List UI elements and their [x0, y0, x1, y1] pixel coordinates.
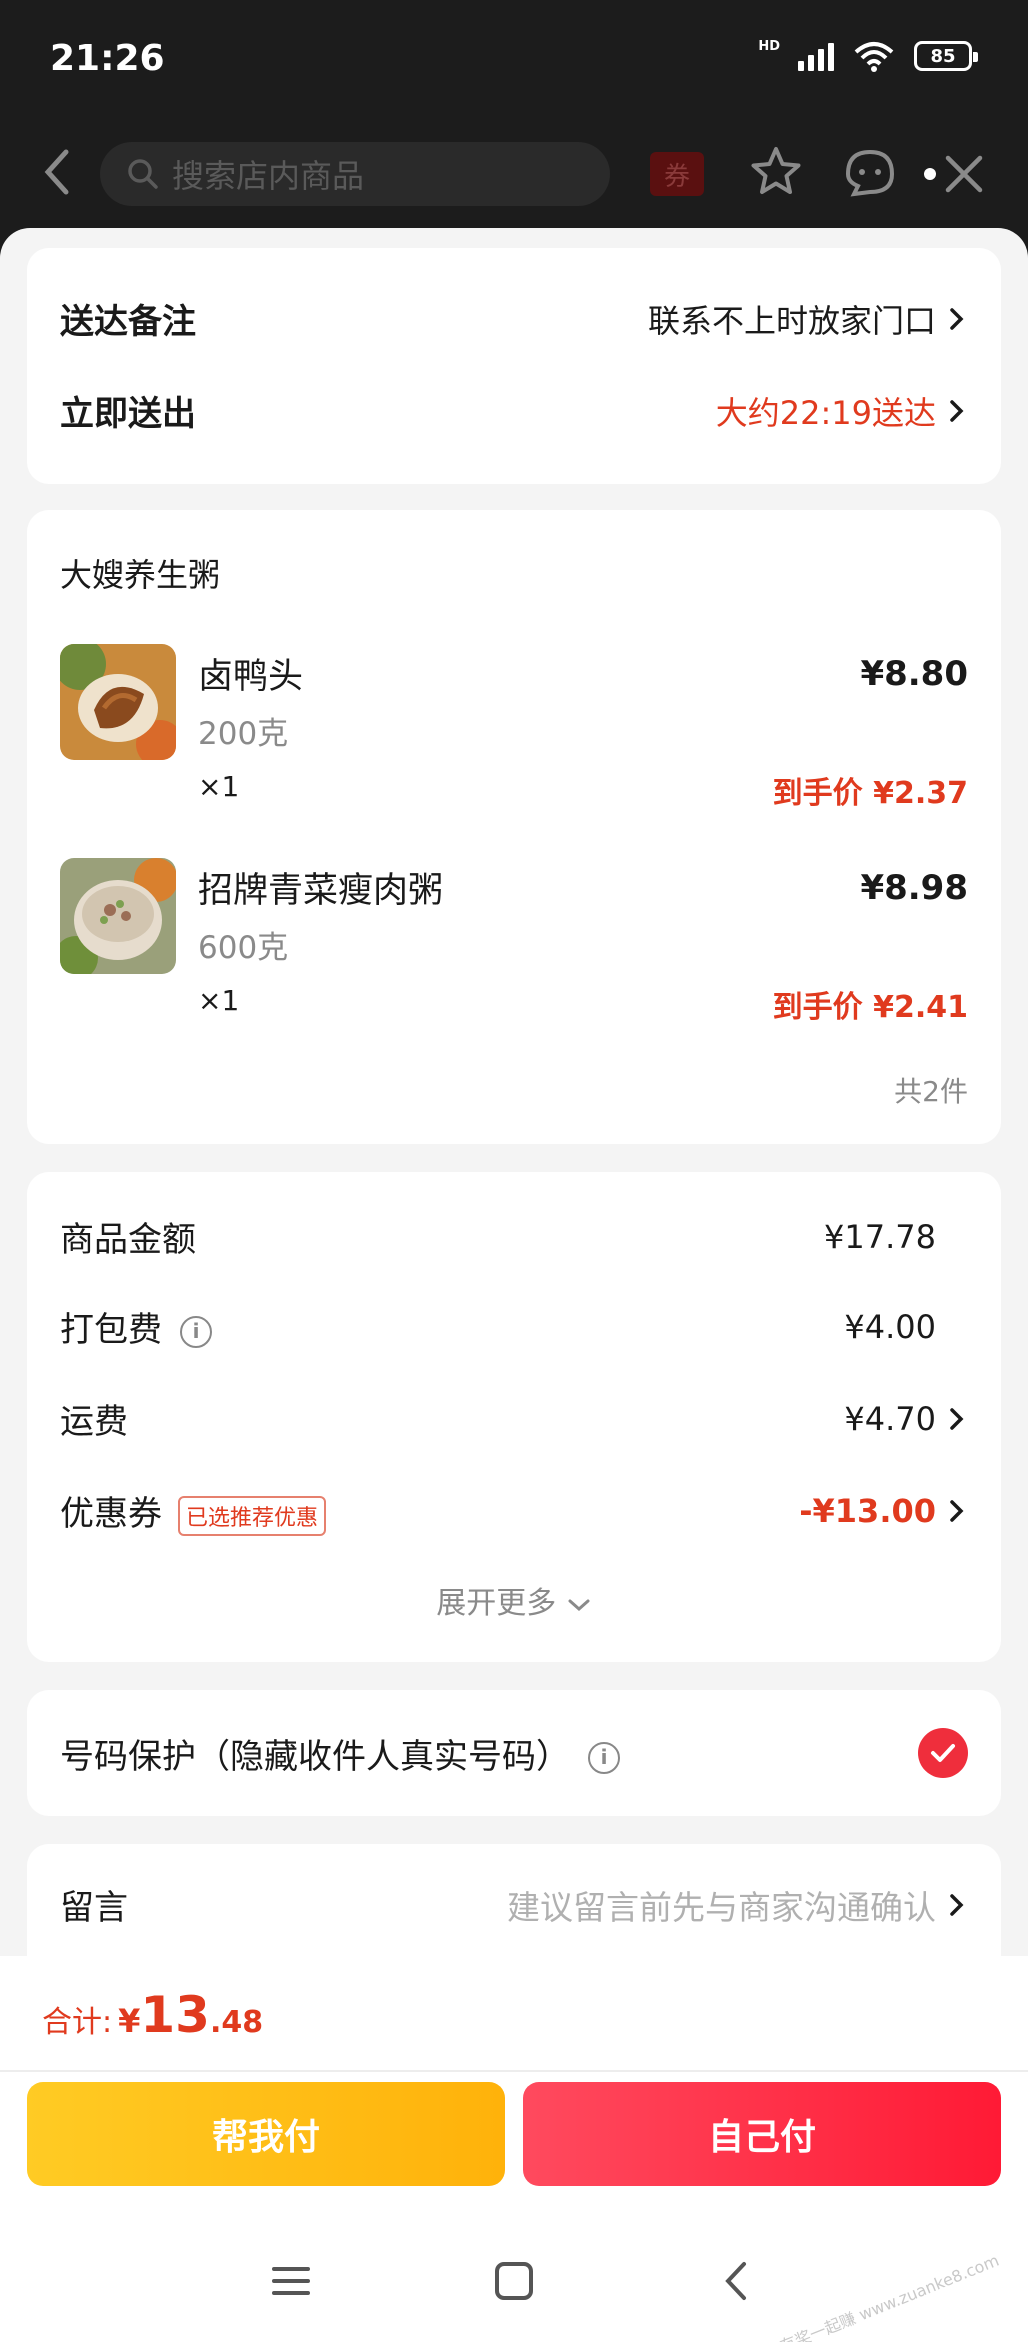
list-item[interactable]: 卤鸭头 200克 ×1 ¥8.80 到手价 ¥2.37 [60, 644, 968, 811]
total-label: 合计: [42, 2005, 113, 2040]
home-icon[interactable] [489, 2256, 539, 2306]
status-icons: HD 85 [758, 38, 978, 72]
packing-fee-row: 打包费 i ¥4.00 [60, 1302, 968, 1351]
divider [0, 2070, 1028, 2072]
chevron-down-icon [568, 1599, 590, 1611]
number-protection-checkbox[interactable] [918, 1728, 968, 1778]
shipping-fee-row[interactable]: 运费 ¥4.70 [60, 1394, 968, 1443]
packing-fee-label: 打包费 [60, 1310, 162, 1350]
search-input[interactable]: 搜索店内商品 [100, 142, 610, 206]
message-placeholder: 建议留言前先与商家沟通确认 [507, 1887, 936, 1927]
signal-icon [798, 41, 834, 71]
goods-amount-row: 商品金额 ¥17.78 [60, 1212, 968, 1261]
item-quantity: ×1 [198, 770, 240, 803]
number-protection-row[interactable]: 号码保护（隐藏收件人真实号码） i [60, 1728, 968, 1778]
expand-more-button[interactable]: 展开更多 [27, 1578, 1001, 1622]
item-quantity: ×1 [198, 984, 240, 1017]
chevron-right-icon [950, 399, 964, 422]
status-bar: 21:26 HD 85 [0, 0, 1028, 120]
store-header: 搜索店内商品 券 [0, 120, 1028, 230]
total-amount-dec: .48 [209, 2005, 264, 2040]
item-name: 招牌青菜瘦肉粥 [198, 871, 444, 911]
back-icon[interactable] [712, 2256, 762, 2306]
item-name: 卤鸭头 [198, 657, 304, 697]
goods-amount-value: ¥17.78 [824, 1217, 936, 1256]
info-icon[interactable]: i [588, 1742, 620, 1774]
total-amount-int: 13 [140, 1986, 210, 2044]
menu-icon[interactable] [266, 2256, 316, 2306]
fee-card: 商品金额 ¥17.78 打包费 i ¥4.00 运费 ¥4.70 优惠券 已选推荐优… [27, 1172, 1001, 1662]
number-protection-label: 号码保护（隐藏收件人真实号码） [60, 1736, 570, 1777]
food-image-duck-head [60, 644, 176, 760]
privacy-card: 号码保护（隐藏收件人真实号码） i [27, 1690, 1001, 1816]
goods-amount-label: 商品金额 [60, 1220, 196, 1260]
item-price: ¥8.80 [860, 654, 968, 694]
customer-service-icon[interactable] [840, 144, 900, 200]
delivery-card: 送达备注 联系不上时放家门口 立即送出 大约22:19送达 [27, 248, 1001, 484]
order-card: 大嫂养生粥 卤鸭头 200克 ×1 ¥8.80 到手价 ¥2.37 招牌青菜瘦肉… [27, 510, 1001, 1144]
search-icon [128, 159, 158, 189]
coupon-tag[interactable]: 券 [650, 152, 704, 196]
food-image-porridge [60, 858, 176, 974]
system-nav-bar: 赚客吧，有奖一起赚 www.zuanke8.com [0, 2226, 1028, 2342]
chevron-right-icon [950, 1407, 964, 1430]
packing-fee-value: ¥4.00 [844, 1307, 936, 1346]
delivery-time-row[interactable]: 立即送出 大约22:19送达 [60, 386, 968, 435]
delivery-time-value: 大约22:19送达 [715, 393, 936, 432]
coupon-row[interactable]: 优惠券 已选推荐优惠 -¥13.00 [60, 1486, 968, 1536]
chevron-right-icon [950, 1893, 964, 1916]
wifi-icon [854, 42, 894, 72]
delivery-note-row[interactable]: 送达备注 联系不上时放家门口 [60, 294, 968, 343]
item-count: 共2件 [894, 1075, 968, 1108]
chevron-right-icon [950, 307, 964, 330]
chevron-right-icon [950, 1500, 964, 1522]
delivery-note-value: 联系不上时放家门口 [647, 301, 936, 340]
status-time: 21:26 [50, 38, 165, 79]
network-type: HD [758, 38, 780, 54]
expand-more-label: 展开更多 [436, 1586, 557, 1621]
order-total: 合计: ¥ 13 .48 [42, 1986, 263, 2044]
shipping-fee-value: ¥4.70 [844, 1399, 936, 1438]
check-icon [931, 1744, 955, 1762]
message-row[interactable]: 留言 建议留言前先与商家沟通确认 [60, 1880, 968, 1929]
item-final-price: 到手价 ¥2.37 [772, 776, 968, 811]
checkout-bar: 合计: ¥ 13 .48 帮我付 自己付 赚客吧，有奖一起赚 www.zuank… [0, 1956, 1028, 2342]
star-icon[interactable] [748, 144, 804, 200]
item-spec: 200克 [198, 716, 289, 752]
search-placeholder: 搜索店内商品 [172, 157, 365, 195]
item-spec: 600克 [198, 930, 289, 966]
shop-name[interactable]: 大嫂养生粥 [60, 550, 220, 596]
self-pay-button[interactable]: 自己付 [523, 2082, 1001, 2186]
item-final-price: 到手价 ¥2.41 [772, 990, 968, 1025]
close-icon[interactable] [940, 150, 988, 198]
message-label: 留言 [60, 1888, 128, 1928]
more-icon[interactable] [924, 168, 936, 180]
battery-level: 85 [930, 45, 956, 67]
coupon-recommended-badge: 已选推荐优惠 [178, 1495, 327, 1536]
battery-icon: 85 [914, 41, 978, 71]
help-pay-button[interactable]: 帮我付 [27, 2082, 505, 2186]
back-arrow-icon[interactable] [36, 142, 80, 202]
list-item[interactable]: 招牌青菜瘦肉粥 600克 ×1 ¥8.98 到手价 ¥2.41 [60, 858, 968, 1025]
info-icon[interactable]: i [180, 1315, 212, 1348]
item-price: ¥8.98 [860, 868, 968, 908]
shipping-fee-label: 运费 [60, 1402, 128, 1442]
total-currency: ¥ [118, 2002, 141, 2040]
delivery-note-label: 送达备注 [60, 302, 196, 342]
delivery-time-label: 立即送出 [60, 394, 196, 434]
coupon-label: 优惠券 [60, 1494, 162, 1534]
coupon-value: -¥13.00 [799, 1491, 936, 1530]
